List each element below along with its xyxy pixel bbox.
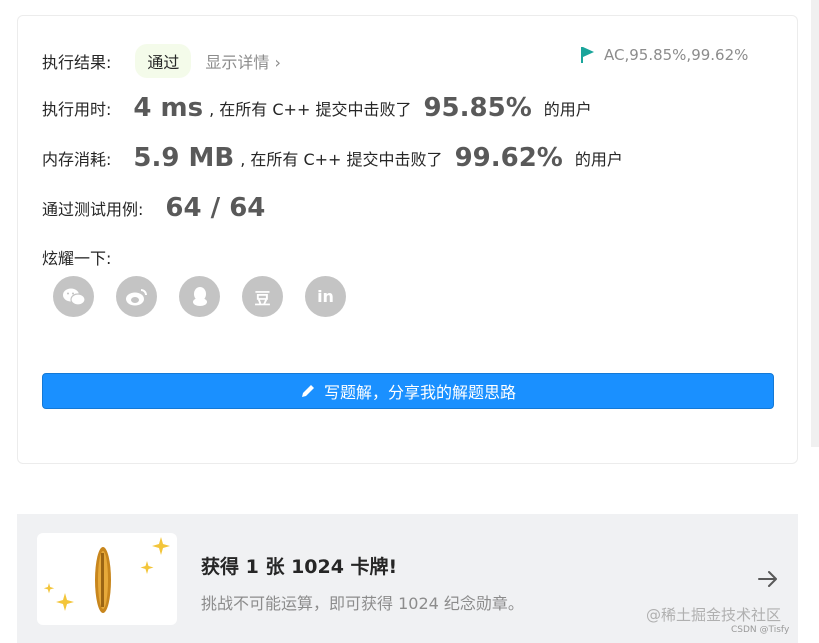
memory-label: 内存消耗: [42, 150, 112, 169]
weibo-icon[interactable] [116, 276, 157, 317]
ac-summary-text: AC,95.85%,99.62% [604, 46, 749, 64]
memory-row: 内存消耗: 5.9 MB , 在所有 C++ 提交中击败了 99.62% 的用户 [42, 143, 623, 173]
result-label: 执行结果: [42, 53, 112, 72]
share-label: 炫耀一下: [42, 249, 112, 268]
memory-percent: 99.62% [454, 143, 563, 173]
status-badge: 通过 [135, 44, 192, 78]
linkedin-icon[interactable]: in [305, 276, 346, 317]
flag-icon [581, 47, 594, 63]
share-row: 炫耀一下: [42, 245, 111, 269]
wechat-icon[interactable] [53, 276, 94, 317]
memory-suffix: 的用户 [574, 150, 623, 169]
chevron-right-icon: › [274, 53, 281, 72]
ac-summary: AC,95.85%,99.62% [580, 46, 748, 64]
runtime-suffix: 的用户 [543, 100, 592, 119]
arrow-right-icon[interactable] [756, 567, 780, 591]
tests-label: 通过测试用例: [42, 200, 144, 219]
show-details-link[interactable]: 显示详情 › [205, 49, 281, 73]
douban-icon[interactable]: 豆 [242, 276, 283, 317]
runtime-label: 执行用时: [42, 100, 112, 119]
write-solution-button[interactable]: 写题解，分享我的解题思路 [42, 373, 774, 409]
tests-row: 通过测试用例: 64 / 64 [42, 193, 265, 223]
runtime-row: 执行用时: 4 ms , 在所有 C++ 提交中击败了 95.85% 的用户 [42, 93, 592, 123]
tests-value: 64 / 64 [165, 193, 266, 223]
memory-value: 5.9 MB [133, 143, 235, 173]
runtime-value: 4 ms [133, 93, 204, 123]
write-solution-label: 写题解，分享我的解题思路 [323, 383, 516, 402]
share-icons: 豆 in [53, 276, 368, 317]
coin-image [37, 533, 177, 625]
promo-subtitle: 挑战不可能运算，即可获得 1024 纪念勋章。 [201, 594, 524, 613]
show-details-label[interactable]: 显示详情 [205, 53, 269, 72]
result-row: 执行结果: 通过 显示详情 › [42, 44, 281, 78]
runtime-prefix: , 在所有 C++ 提交中击败了 [209, 100, 412, 119]
qq-icon[interactable] [179, 276, 220, 317]
memory-prefix: , 在所有 C++ 提交中击败了 [240, 150, 443, 169]
watermark-csdn: CSDN @Tisfy [731, 625, 790, 635]
pencil-icon [301, 385, 314, 397]
scrollbar[interactable] [811, 0, 819, 447]
watermark-juejin: @稀土掘金技术社区 [646, 606, 782, 624]
promo-title: 获得 1 张 1024 卡牌! [201, 556, 398, 578]
runtime-percent: 95.85% [423, 93, 532, 123]
